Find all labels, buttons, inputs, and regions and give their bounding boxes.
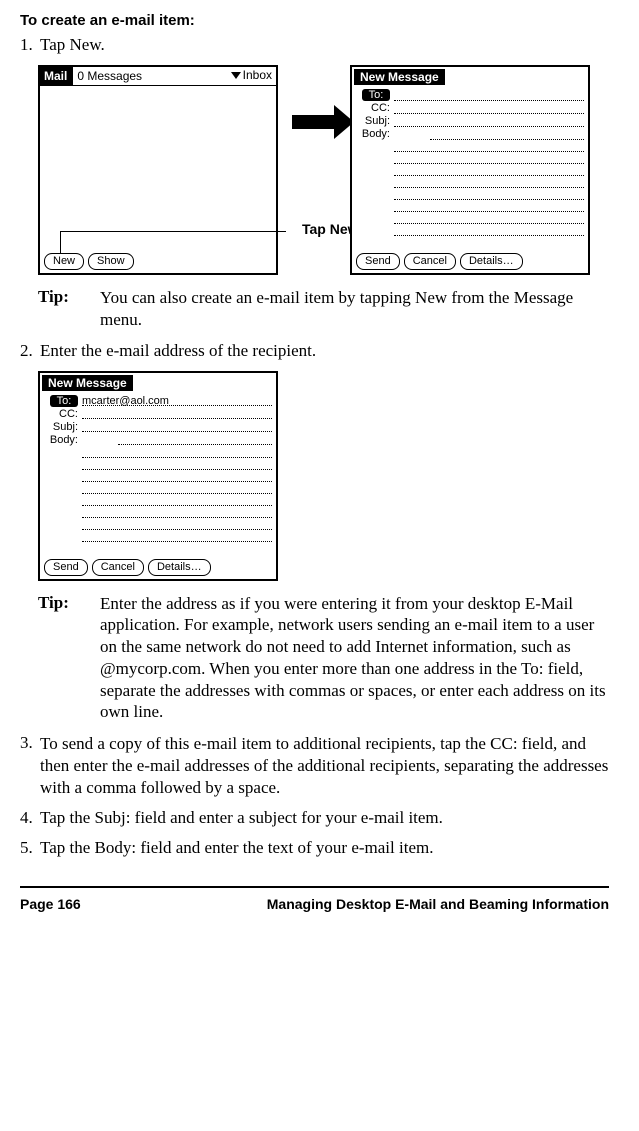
newmsg-body-line[interactable] <box>394 141 584 152</box>
newmsg-body-line[interactable] <box>394 213 584 224</box>
callout-line <box>60 231 286 232</box>
tip-1-label: Tip: <box>38 287 100 331</box>
newmsg-footer: Send Cancel Details… <box>356 253 584 270</box>
newmsg-body-row: Body: <box>356 128 584 140</box>
step-4-text: Tap the Subj: field and enter a subject … <box>40 808 609 828</box>
newmsg-body-line[interactable] <box>394 165 584 176</box>
newmsg-cc-label[interactable]: CC: <box>356 102 390 114</box>
inbox-app-title: Mail <box>40 67 73 85</box>
newmsg-to-label[interactable]: To: <box>362 89 390 101</box>
section-heading: To create an e-mail item: <box>20 12 609 29</box>
newmsg-body-line[interactable] <box>394 153 584 164</box>
newmsg2-to-field[interactable]: mcarter@aol.com <box>82 395 272 406</box>
tip-2-label: Tip: <box>38 593 100 724</box>
step-4: 4. Tap the Subj: field and enter a subje… <box>20 808 609 828</box>
newmsg2-title: New Message <box>42 375 133 391</box>
newmsg2-body-row: Body: <box>44 434 272 446</box>
newmsg2-subj-field[interactable] <box>82 421 272 432</box>
arrow-icon <box>278 115 350 129</box>
newmsg2-footer: Send Cancel Details… <box>44 559 272 576</box>
newmsg2-cc-field[interactable] <box>82 408 272 419</box>
newmsg-header: New Message <box>352 67 588 87</box>
newmsg-body-line[interactable] <box>394 225 584 236</box>
newmsg2-to-value: mcarter@aol.com <box>82 395 171 407</box>
newmsg2-subj-row: Subj: <box>44 421 272 433</box>
newmsg-to-field[interactable] <box>394 90 584 101</box>
step-3: 3. To send a copy of this e-mail item to… <box>20 733 609 798</box>
newmsg2-body-line[interactable] <box>82 459 272 470</box>
newmsg-cc-row: CC: <box>356 102 584 114</box>
step-2-text: Enter the e-mail address of the recipien… <box>40 341 609 361</box>
tip-2-text: Enter the address as if you were enterin… <box>100 593 609 724</box>
newmsg2-body-label[interactable]: Body: <box>44 434 78 446</box>
callout-line-vert <box>60 231 61 253</box>
newmsg-body-line[interactable] <box>394 201 584 212</box>
step-1-number: 1. <box>20 35 40 55</box>
newmsg-cc-field[interactable] <box>394 103 584 114</box>
inbox-message-count: 0 Messages <box>77 69 142 83</box>
step-5-text: Tap the Body: field and enter the text o… <box>40 838 609 858</box>
newmsg2-body-line[interactable] <box>82 471 272 482</box>
newmsg-subj-field[interactable] <box>394 116 584 127</box>
newmsg-body-label[interactable]: Body: <box>356 128 390 140</box>
figure-1: Mail 0 Messages Inbox New Show Tap New <box>38 65 609 275</box>
newmsg-to-row: To: <box>356 89 584 101</box>
footer-chapter-title: Managing Desktop E-Mail and Beaming Info… <box>267 896 609 912</box>
newmsg-body-line[interactable] <box>394 177 584 188</box>
inbox-show-button[interactable]: Show <box>88 253 134 270</box>
newmsg2-details-button[interactable]: Details… <box>148 559 211 576</box>
tip-2: Tip: Enter the address as if you were en… <box>38 593 609 724</box>
newmsg2-cancel-button[interactable]: Cancel <box>92 559 144 576</box>
newmsg2-cc-label[interactable]: CC: <box>44 408 78 420</box>
newmsg2-body-line[interactable] <box>82 447 272 458</box>
inbox-footer: New Show <box>44 253 272 270</box>
newmsg-subj-row: Subj: <box>356 115 584 127</box>
footer-page-number: Page 166 <box>20 896 81 912</box>
newmsg2-cc-row: CC: <box>44 408 272 420</box>
newmsg2-to-label[interactable]: To: <box>50 395 78 407</box>
newmsg2-subj-label[interactable]: Subj: <box>44 421 78 433</box>
step-2-number: 2. <box>20 341 40 361</box>
newmsg2-to-row: To: mcarter@aol.com <box>44 395 272 407</box>
newmsg2-send-button[interactable]: Send <box>44 559 88 576</box>
newmsg-details-button[interactable]: Details… <box>460 253 523 270</box>
newmsg2-body-line[interactable] <box>82 531 272 542</box>
arrow-body <box>292 115 336 129</box>
device-newmsg-blank: New Message To: CC: Subj: Body: <box>350 65 590 275</box>
newmsg-body-field[interactable] <box>430 129 584 140</box>
figure-2: New Message To: mcarter@aol.com CC: Subj… <box>38 371 609 581</box>
dropdown-triangle-icon <box>231 72 241 79</box>
device-newmsg-filled: New Message To: mcarter@aol.com CC: Subj… <box>38 371 278 581</box>
tip-1-text: You can also create an e-mail item by ta… <box>100 287 609 331</box>
inbox-folder-dropdown[interactable]: Inbox <box>231 68 272 82</box>
newmsg-subj-label[interactable]: Subj: <box>356 115 390 127</box>
newmsg2-header: New Message <box>40 373 276 393</box>
step-1-text: Tap New. <box>40 35 609 55</box>
newmsg-send-button[interactable]: Send <box>356 253 400 270</box>
step-3-number: 3. <box>20 733 40 798</box>
newmsg2-body-line[interactable] <box>82 507 272 518</box>
inbox-body <box>44 87 272 249</box>
inbox-folder-label: Inbox <box>243 68 272 82</box>
device-inbox: Mail 0 Messages Inbox New Show <box>38 65 278 275</box>
newmsg2-body-field[interactable] <box>118 434 272 445</box>
newmsg2-body-line[interactable] <box>82 495 272 506</box>
step-4-number: 4. <box>20 808 40 828</box>
inbox-header: Mail 0 Messages Inbox <box>40 67 276 86</box>
step-3-text: To send a copy of this e-mail item to ad… <box>40 733 609 798</box>
newmsg2-body-line[interactable] <box>82 519 272 530</box>
step-5-number: 5. <box>20 838 40 858</box>
newmsg-body-line[interactable] <box>394 189 584 200</box>
tip-1: Tip: You can also create an e-mail item … <box>38 287 609 331</box>
newmsg-cancel-button[interactable]: Cancel <box>404 253 456 270</box>
newmsg2-body-line[interactable] <box>82 483 272 494</box>
inbox-new-button[interactable]: New <box>44 253 84 270</box>
step-1: 1. Tap New. <box>20 35 609 55</box>
newmsg-title: New Message <box>354 69 445 85</box>
step-5: 5. Tap the Body: field and enter the tex… <box>20 838 609 858</box>
page-footer: Page 166 Managing Desktop E-Mail and Bea… <box>20 886 609 912</box>
step-2: 2. Enter the e-mail address of the recip… <box>20 341 609 361</box>
